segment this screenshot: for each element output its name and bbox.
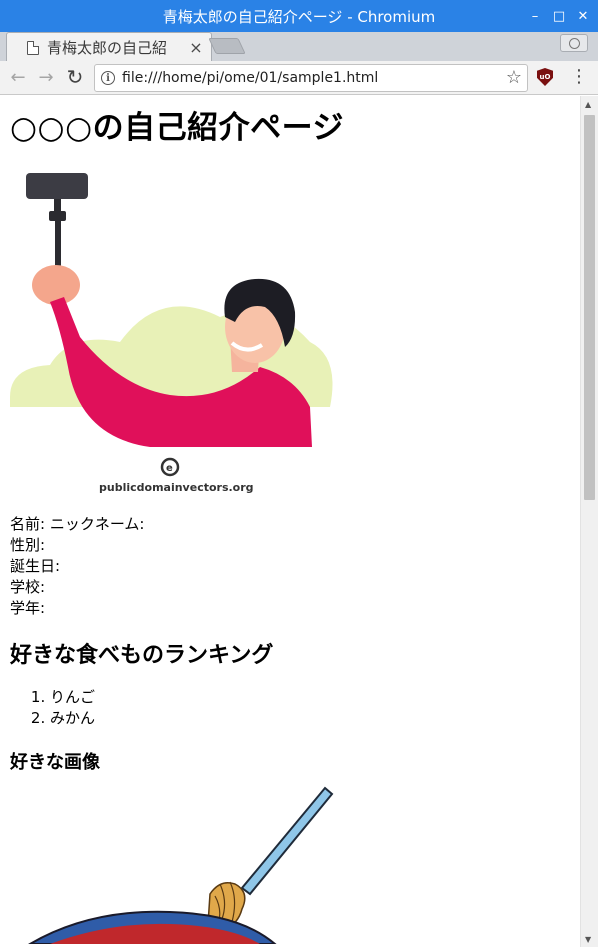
list-item: りんご — [50, 687, 570, 708]
window-titlebar: 青梅太郎の自己紹介ページ - Chromium – □ ✕ — [0, 0, 598, 32]
page-title: ○○○の自己紹介ページ — [10, 110, 345, 146]
profile-field-name: 名前: ニックネーム: — [10, 515, 145, 533]
svg-text:e: e — [166, 463, 173, 474]
browser-tab[interactable]: 青梅太郎の自己紹 × — [6, 32, 212, 61]
profile-field-gender: 性別: — [10, 536, 46, 554]
back-button[interactable]: ← — [6, 65, 30, 89]
ublock-extension-icon[interactable]: uO — [537, 68, 553, 86]
tab-close-button[interactable]: × — [187, 38, 205, 57]
maximize-button[interactable]: □ — [550, 7, 568, 25]
scroll-down-arrow-icon[interactable]: ▼ — [585, 935, 591, 944]
profile-fields: 名前: ニックネーム: 性別: 誕生日: 学校: 学年: — [10, 514, 570, 619]
tab-strip: 青梅太郎の自己紹 × — [0, 32, 598, 61]
window-title: 青梅太郎の自己紹介ページ - Chromium — [162, 7, 436, 26]
images-heading: 好きな画像 — [10, 752, 100, 773]
selfie-credit: publicdomainvectors.org — [99, 481, 254, 494]
ranking-list: りんご みかん — [10, 687, 570, 729]
forward-button[interactable]: → — [34, 65, 58, 89]
ranking-heading: 好きな食べものランキング — [10, 643, 274, 668]
profile-field-school: 学校: — [10, 578, 46, 596]
browser-toolbar: ← → ↻ i file:///home/pi/ome/01/sample1.h… — [0, 61, 598, 95]
address-bar[interactable]: i file:///home/pi/ome/01/sample1.html ☆ — [94, 64, 528, 92]
selfie-illustration: e publicdomainvectors.org — [10, 173, 333, 494]
scroll-thumb[interactable] — [584, 115, 595, 500]
new-tab-button[interactable] — [208, 38, 246, 54]
url-text[interactable]: file:///home/pi/ome/01/sample1.html — [122, 70, 378, 86]
profile-icon — [568, 37, 580, 49]
profile-button[interactable] — [560, 34, 588, 52]
minimize-button[interactable]: – — [526, 7, 544, 25]
tab-title: 青梅太郎の自己紹 — [47, 39, 168, 57]
close-window-button[interactable]: ✕ — [574, 7, 592, 25]
browser-menu-button[interactable]: ⋮ — [570, 66, 588, 87]
noodle-fork-illustration — [28, 786, 334, 944]
info-icon[interactable]: i — [101, 71, 115, 85]
profile-field-birthday: 誕生日: — [10, 557, 61, 575]
page-scrollbar[interactable]: ▲ ▼ — [580, 96, 598, 947]
scroll-up-arrow-icon[interactable]: ▲ — [585, 100, 591, 109]
reload-button[interactable]: ↻ — [63, 65, 87, 89]
page-viewport: ○○○の自己紹介ページ e publicdomainvectors.org 名前… — [0, 96, 580, 947]
document-icon — [27, 40, 39, 55]
window-controls: – □ ✕ — [526, 0, 592, 32]
list-item: みかん — [50, 708, 570, 729]
profile-field-grade: 学年: — [10, 599, 46, 617]
bookmark-star-icon[interactable]: ☆ — [506, 67, 522, 88]
